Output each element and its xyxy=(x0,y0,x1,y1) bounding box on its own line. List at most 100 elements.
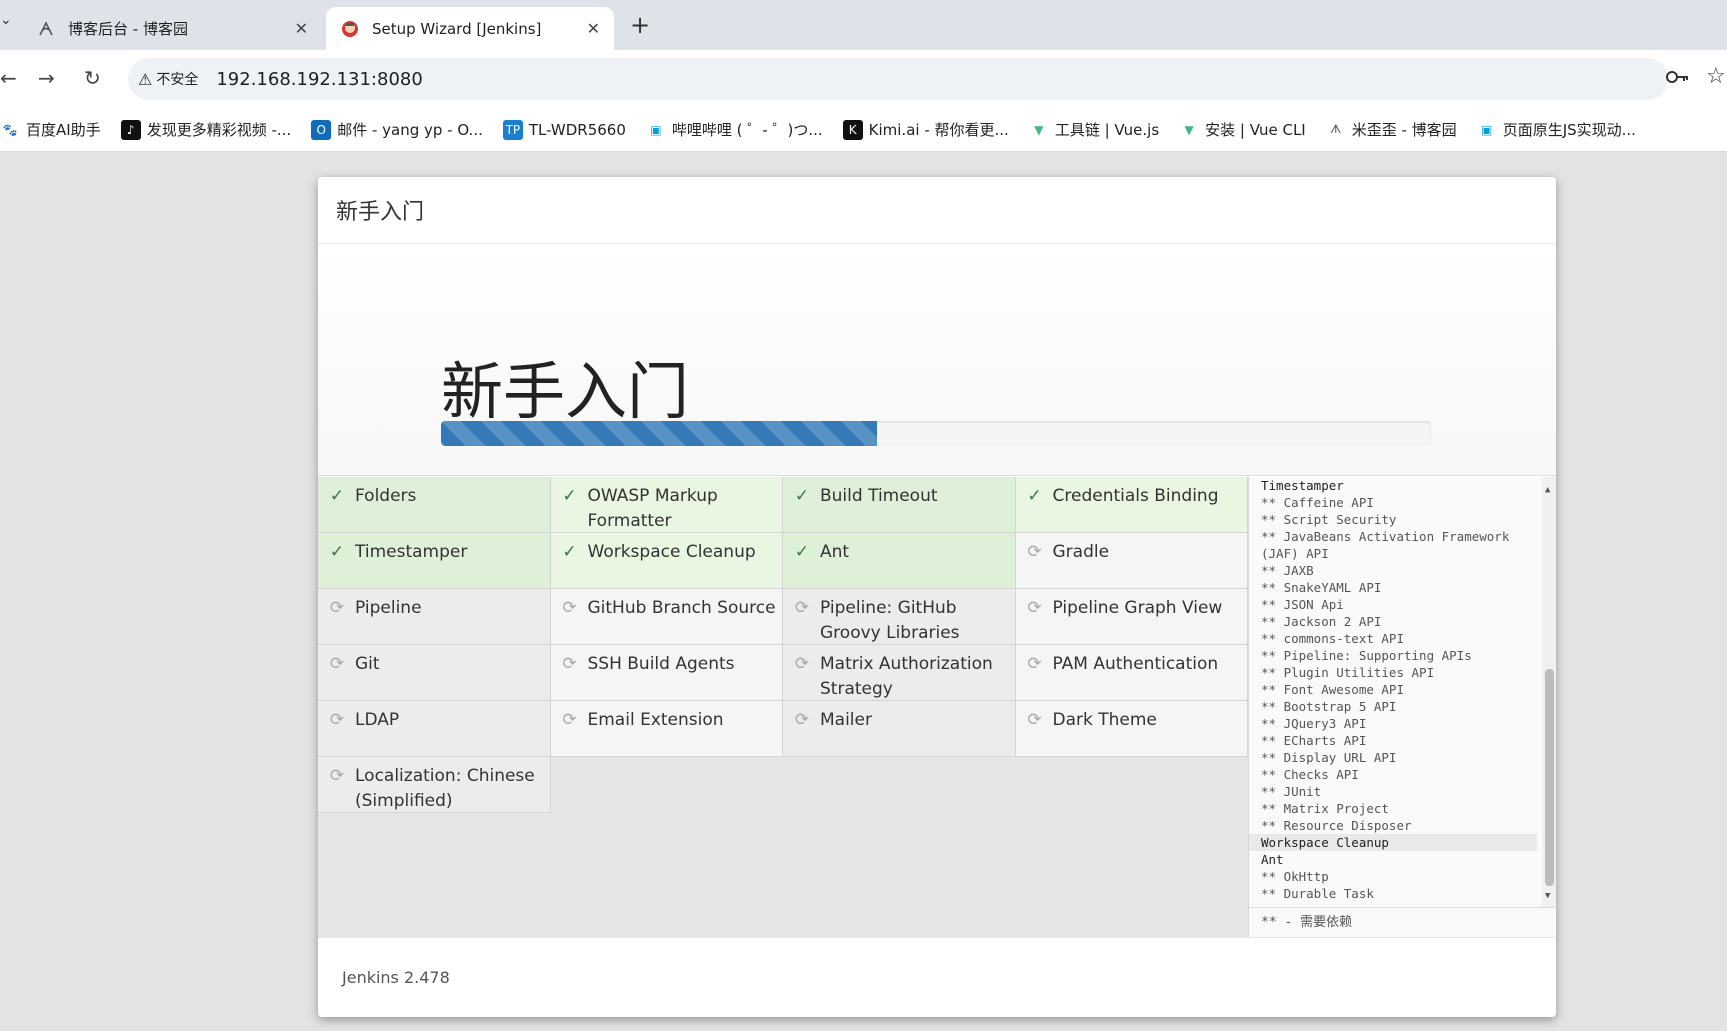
plugin-name: Mailer xyxy=(820,710,872,730)
checkmark-icon: ✓ xyxy=(794,486,810,506)
plugin-item: ✓ OWASP Markup Formatter xyxy=(550,477,783,533)
plugin-name: Timestamper xyxy=(355,542,468,562)
log-plugin-line: Workspace Cleanup xyxy=(1249,834,1537,851)
tab-close-icon[interactable]: ✕ xyxy=(587,19,600,38)
log-dependency-line: (JAF) API xyxy=(1261,546,1329,561)
vue-icon: ▼ xyxy=(1034,122,1044,137)
scroll-up-icon[interactable]: ▲ xyxy=(1545,485,1550,495)
plugin-name: Pipeline Graph View xyxy=(1052,598,1223,618)
log-dependency-line: ** Resource Disposer xyxy=(1261,818,1412,833)
log-dependency-line: ** Plugin Utilities API xyxy=(1261,665,1435,680)
log-dependency-line: ** JAXB xyxy=(1261,563,1314,578)
browser-tabstrip: ⌄ 博客后台 - 博客园 ✕ Setup Wizard [Jenkins] ✕ … xyxy=(0,0,1727,50)
plugin-name: SSH Build Agents xyxy=(587,654,735,674)
bookmark-label: 哔哩哔哩 ( ゜- ゜)つ... xyxy=(671,121,823,139)
log-plugin-line: Timestamper xyxy=(1261,478,1344,493)
bookmark-item[interactable]: ▼ 安装 | Vue CLI xyxy=(1179,119,1306,140)
bookmarks-bar: 🐾 百度AI助手 ♪ 发现更多精彩视频 -... O 邮件 - yang yp - O..… xyxy=(0,108,1727,152)
tab-blog-admin[interactable]: 博客后台 - 博客园 ✕ xyxy=(22,7,322,50)
checkmark-icon: ✓ xyxy=(794,542,810,562)
bookmark-item[interactable]: O 邮件 - yang yp - O... xyxy=(311,119,483,140)
bookmark-label: 邮件 - yang yp - O... xyxy=(337,121,483,139)
plugin-name: Workspace Cleanup xyxy=(587,542,756,562)
bookmark-item[interactable]: ▼ 工具链 | Vue.js xyxy=(1029,119,1159,140)
plugin-name: Email Extension xyxy=(587,710,724,730)
cnblogs-icon: ᗑ xyxy=(1330,122,1342,136)
reload-icon[interactable]: ↻ xyxy=(84,66,101,90)
security-indicator[interactable]: ⚠ 不安全 xyxy=(138,69,198,89)
install-log-panel: Timestamper ** Caffeine API ** Script Secu… xyxy=(1248,477,1556,937)
plugin-name: Build Timeout xyxy=(820,486,938,506)
plugin-item: ⟳ Matrix Authorization Strategy xyxy=(783,645,1016,701)
address-bar[interactable]: ⚠ 不安全 192.168.192.131:8080 xyxy=(128,58,1668,100)
bookmark-item[interactable]: ▣ 页面原生JS实现动... xyxy=(1477,119,1636,140)
tab-title: Setup Wizard [Jenkins] xyxy=(372,19,542,38)
spinner-icon: ⟳ xyxy=(794,598,810,618)
tab-search-chevron-icon[interactable]: ⌄ xyxy=(0,12,12,28)
log-dependency-line: ** ECharts API xyxy=(1261,733,1367,748)
bookmark-label: 页面原生JS实现动... xyxy=(1502,121,1636,139)
bookmark-item[interactable]: K Kimi.ai - 帮你看更... xyxy=(842,119,1009,140)
plugin-name: Ant xyxy=(820,542,850,562)
url-text[interactable]: 192.168.192.131:8080 xyxy=(216,69,422,90)
forward-arrow-icon[interactable]: → xyxy=(38,66,55,90)
plugin-name: LDAP xyxy=(355,710,400,730)
log-dependency-line: ** Matrix Project xyxy=(1261,801,1389,816)
plugin-item: ⟳ Pipeline Graph View xyxy=(1015,589,1248,645)
spinner-icon: ⟳ xyxy=(329,766,345,786)
jenkins-favicon-icon xyxy=(340,19,360,39)
plugin-name: Gradle xyxy=(1052,542,1110,562)
log-dependency-line: ** Jackson 2 API xyxy=(1261,614,1382,629)
plugin-name: GitHub Branch Source xyxy=(587,598,776,618)
bookmark-item[interactable]: ▣ 哔哩哔哩 ( ゜- ゜)つ... xyxy=(646,119,823,140)
checkmark-icon: ✓ xyxy=(562,486,577,506)
plugin-item: ⟳ Git xyxy=(318,645,551,701)
install-log-lines: Timestamper ** Caffeine API ** Script Secu… xyxy=(1249,477,1537,902)
spinner-icon: ⟳ xyxy=(1027,654,1042,674)
spinner-icon: ⟳ xyxy=(562,654,577,674)
tab-close-icon[interactable]: ✕ xyxy=(295,19,308,38)
checkmark-icon: ✓ xyxy=(329,542,345,562)
install-progress-bar xyxy=(441,421,1431,446)
setup-wizard-dialog: 新手入门 新手入门 ✓ Folders ✓ OWASP Markup Formatte… xyxy=(318,177,1556,1017)
douyin-icon: ♪ xyxy=(120,119,141,140)
log-dependency-line: ** Script Security xyxy=(1261,512,1397,527)
plugin-item: ⟳ Gradle xyxy=(1015,533,1248,589)
plugin-name: Dark Theme xyxy=(1052,710,1157,730)
bookmark-item[interactable]: 🐾 百度AI助手 xyxy=(0,119,101,140)
password-key-icon[interactable] xyxy=(1666,66,1690,90)
kimi-icon: K xyxy=(842,119,863,140)
bookmark-star-icon[interactable]: ☆ xyxy=(1706,64,1726,89)
log-dependency-line: ** JUnit xyxy=(1261,784,1322,799)
spinner-icon: ⟳ xyxy=(329,598,345,618)
spinner-icon: ⟳ xyxy=(562,710,577,730)
spinner-icon: ⟳ xyxy=(562,598,577,618)
bookmark-item[interactable]: ᗑ 米歪歪 - 博客园 xyxy=(1326,119,1457,140)
install-log-scroll[interactable]: Timestamper ** Caffeine API ** Script Secu… xyxy=(1249,477,1556,907)
plugin-item: ✓ Folders xyxy=(318,477,551,533)
plugin-item: ✓ Workspace Cleanup xyxy=(550,533,783,589)
scroll-down-icon[interactable]: ▼ xyxy=(1545,891,1550,901)
log-dependency-line: ** Pipeline: Supporting APIs xyxy=(1261,648,1472,663)
log-scrollbar[interactable]: ▲ ▼ xyxy=(1542,477,1556,907)
spinner-icon: ⟳ xyxy=(794,710,810,730)
security-label: 不安全 xyxy=(156,72,199,88)
tplink-icon: TP xyxy=(502,119,523,140)
plugin-name: Folders xyxy=(355,486,417,506)
tab-setup-wizard[interactable]: Setup Wizard [Jenkins] ✕ xyxy=(326,7,614,50)
plugin-item: ⟳ PAM Authentication xyxy=(1015,645,1248,701)
bookmark-item[interactable]: TP TL-WDR5660 xyxy=(502,119,626,140)
bilibili-icon: ▣ xyxy=(1481,122,1493,137)
plugin-item: ✓ Ant xyxy=(783,533,1016,589)
plugin-item: ⟳ Pipeline xyxy=(318,589,551,645)
bookmark-label: 工具链 | Vue.js xyxy=(1054,121,1160,139)
back-arrow-icon[interactable]: ← xyxy=(0,66,17,90)
new-tab-button[interactable]: + xyxy=(630,11,650,39)
log-dependency-line: ** Checks API xyxy=(1261,767,1359,782)
scrollbar-thumb[interactable] xyxy=(1545,669,1554,886)
dialog-header-title: 新手入门 xyxy=(318,177,1556,244)
plugin-name: Pipeline xyxy=(355,598,422,618)
bookmark-item[interactable]: ♪ 发现更多精彩视频 -... xyxy=(120,119,291,140)
bilibili-icon: ▣ xyxy=(650,122,662,137)
spinner-icon: ⟳ xyxy=(1027,542,1042,562)
